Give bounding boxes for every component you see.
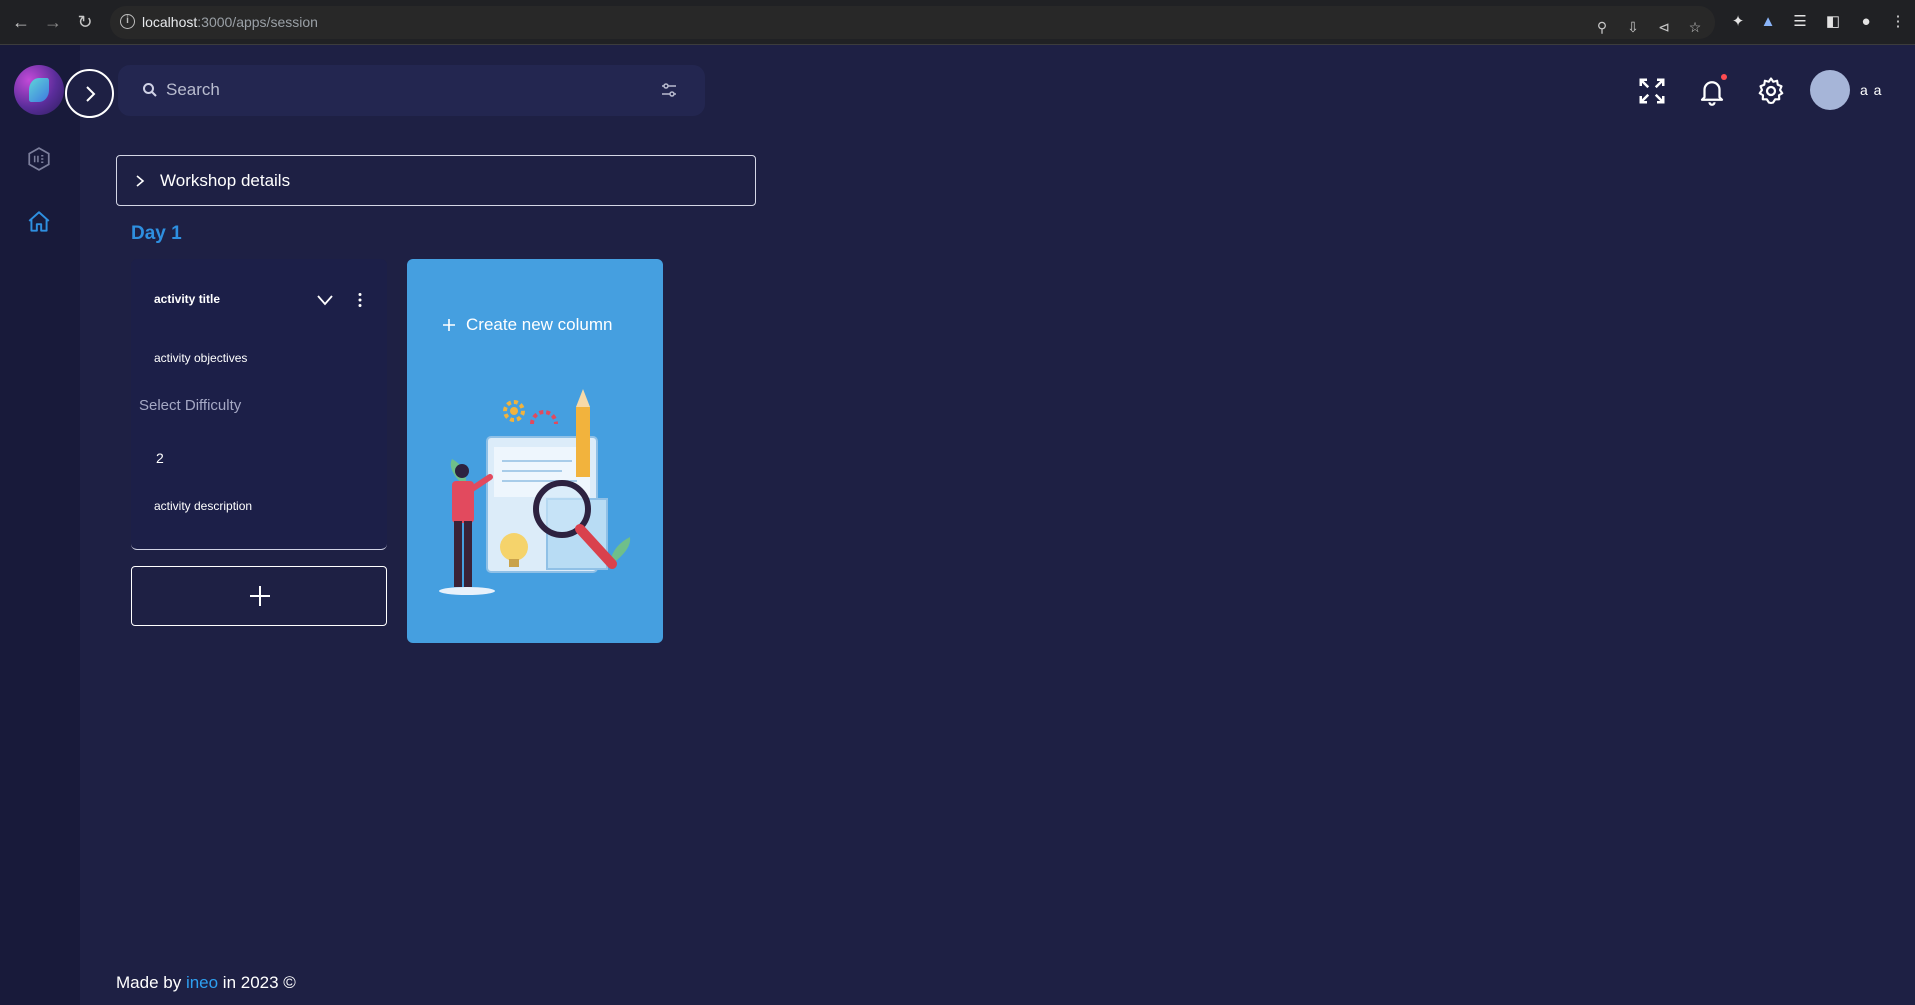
difficulty-select-label[interactable]: Select Difficulty [139, 397, 241, 414]
search-input[interactable] [166, 74, 626, 106]
star-icon[interactable]: ☆ [1685, 17, 1705, 37]
plus-icon [443, 319, 455, 331]
share-icon[interactable]: ⊲ [1654, 17, 1674, 37]
profile-icon[interactable]: ● [1855, 11, 1877, 33]
extensions-icon[interactable]: ✦ [1727, 11, 1749, 33]
day-label: Day 1 [131, 223, 182, 244]
footer-brand-link[interactable]: ineo [186, 973, 218, 992]
footer-prefix: Made by [116, 973, 186, 992]
add-activity-button[interactable] [131, 566, 387, 626]
search-icon [143, 83, 157, 97]
workshop-details-accordion[interactable]: Workshop details [116, 155, 756, 206]
difficulty-value[interactable]: 2 [156, 450, 164, 466]
forward-icon[interactable]: → [42, 11, 64, 33]
address-bar[interactable]: i localhost:3000/apps/session ⚲ ⇩ ⊲ ☆ [110, 6, 1715, 39]
key-icon[interactable]: ⚲ [1592, 17, 1612, 37]
fullscreen-icon[interactable] [1637, 76, 1667, 106]
create-column-card[interactable]: Create new column [407, 259, 663, 643]
flask-icon[interactable]: ▲ [1757, 11, 1779, 33]
user-name[interactable]: a a [1860, 82, 1882, 98]
chevron-down-icon[interactable] [316, 291, 334, 309]
media-icon[interactable]: ☰ [1789, 11, 1811, 33]
home-icon[interactable] [26, 209, 52, 235]
plus-icon [250, 586, 270, 606]
notification-dot [1721, 74, 1727, 80]
apps-icon[interactable] [26, 146, 52, 172]
activity-card: activity title activity objectives Selec… [131, 259, 387, 550]
activity-title[interactable]: activity title [154, 292, 220, 306]
sidepanel-icon[interactable]: ◧ [1822, 11, 1844, 33]
filter-icon[interactable] [660, 81, 678, 99]
workshop-details-title: Workshop details [160, 171, 291, 190]
app-logo[interactable] [14, 65, 64, 115]
kebab-icon[interactable]: ⋮ [1887, 11, 1909, 33]
create-column-button[interactable]: Create new column [442, 315, 612, 335]
back-icon[interactable]: ← [10, 11, 32, 33]
sidebar-toggle-button[interactable] [65, 69, 114, 118]
kebab-menu-icon[interactable] [357, 292, 363, 308]
activity-objectives[interactable]: activity objectives [154, 351, 247, 365]
bell-icon[interactable] [1697, 76, 1727, 106]
create-column-label: Create new column [466, 315, 613, 334]
reload-icon[interactable]: ↻ [74, 11, 96, 33]
gear-icon[interactable] [1756, 76, 1786, 106]
sidebar [0, 45, 80, 1005]
chevron-right-icon [86, 86, 96, 102]
avatar[interactable] [1810, 70, 1850, 110]
footer: Made by ineo in 2023 © [116, 973, 296, 993]
browser-toolbar: ← → ↻ i localhost:3000/apps/session ⚲ ⇩ … [0, 0, 1915, 45]
search-bar [118, 65, 705, 116]
chevron-right-icon [136, 175, 145, 187]
illustration-image [439, 389, 631, 595]
activity-description[interactable]: activity description [154, 499, 252, 513]
footer-suffix: in 2023 © [218, 973, 296, 992]
install-icon[interactable]: ⇩ [1623, 17, 1643, 37]
url-text[interactable]: localhost:3000/apps/session [142, 14, 318, 30]
info-icon[interactable]: i [120, 14, 135, 29]
